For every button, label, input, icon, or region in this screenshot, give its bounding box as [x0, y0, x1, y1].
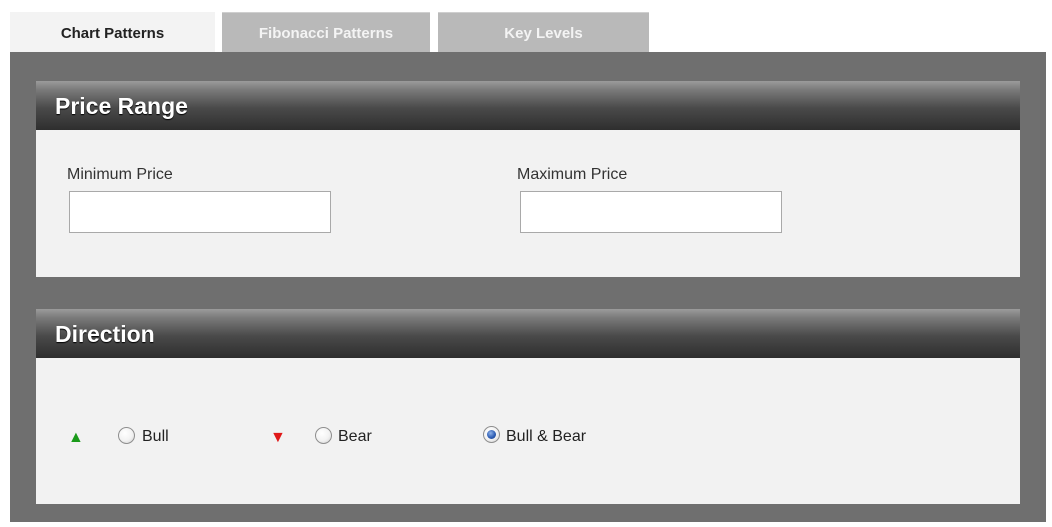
minimum-price-label: Minimum Price	[67, 166, 173, 183]
bull-and-bear-radio-label[interactable]: Bull & Bear	[506, 428, 586, 446]
tab-key-levels[interactable]: Key Levels	[438, 12, 649, 54]
bear-radio-label[interactable]: Bear	[338, 428, 372, 446]
minimum-price-input[interactable]	[69, 191, 331, 233]
tab-panel: Price Range Minimum Price Maximum Price …	[10, 52, 1046, 522]
direction-body: ▲ Bull ▼ Bear Bull & Bear	[36, 358, 1020, 504]
price-range-body: Minimum Price Maximum Price	[36, 130, 1020, 277]
up-arrow-icon: ▲	[68, 429, 84, 446]
tab-fibonacci-patterns[interactable]: Fibonacci Patterns	[222, 12, 430, 54]
direction-header: Direction	[36, 309, 1020, 358]
maximum-price-label: Maximum Price	[517, 166, 628, 183]
bull-radio-label[interactable]: Bull	[142, 428, 169, 446]
tab-bar: Chart Patterns Fibonacci Patterns Key Le…	[10, 12, 1046, 54]
maximum-price-input[interactable]	[520, 191, 782, 233]
price-range-section: Price Range Minimum Price Maximum Price	[36, 81, 1020, 277]
tab-chart-patterns[interactable]: Chart Patterns	[10, 12, 215, 54]
screener-frame: Chart Patterns Fibonacci Patterns Key Le…	[10, 0, 1046, 522]
down-arrow-icon: ▼	[270, 429, 286, 446]
bull-radio[interactable]	[118, 427, 135, 444]
price-range-header: Price Range	[36, 81, 1020, 130]
bear-radio[interactable]	[315, 427, 332, 444]
direction-section: Direction ▲ Bull ▼ Bear Bull & Bear	[36, 309, 1020, 504]
bull-and-bear-radio[interactable]	[483, 426, 500, 443]
